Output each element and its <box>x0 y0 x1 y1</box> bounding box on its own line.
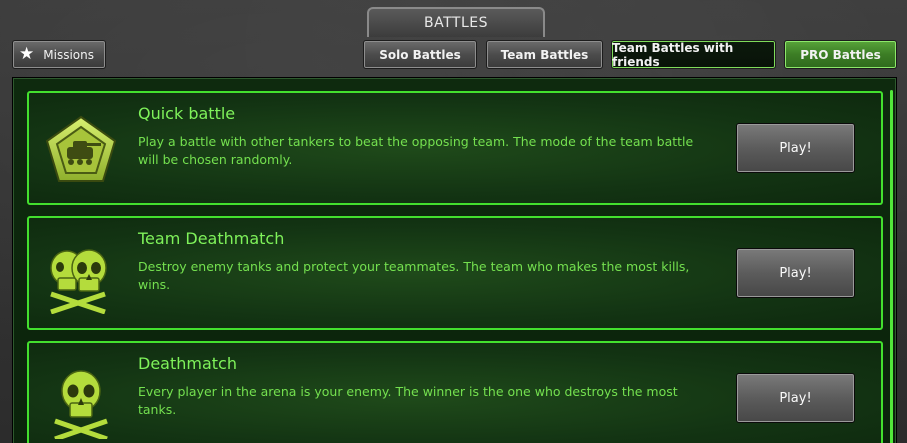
star-icon: ★ <box>19 44 35 64</box>
mode-card-deathmatch: Deathmatch Every player in the arena is … <box>27 341 883 443</box>
skull-icon <box>54 370 108 439</box>
mode-card-team-deathmatch: Team Deathmatch Destroy enemy tanks and … <box>27 216 883 330</box>
page-title: BATTLES <box>367 7 545 37</box>
mode-description: Destroy enemy tanks and protect your tea… <box>138 259 690 292</box>
mode-title: Team Deathmatch <box>138 229 285 248</box>
play-button[interactable]: Play! <box>736 248 855 298</box>
mode-title: Quick battle <box>138 104 236 123</box>
missions-button[interactable]: ★ Missions <box>12 40 106 69</box>
missions-label: Missions <box>43 47 94 62</box>
tab-solo-battles[interactable]: Solo Battles <box>363 40 477 69</box>
mode-card-quick-battle: Quick battle Play a battle with other ta… <box>27 91 883 205</box>
tab-pro-battles[interactable]: PRO Battles <box>784 40 897 69</box>
play-button[interactable]: Play! <box>736 123 855 173</box>
tank-emblem-icon <box>45 115 117 182</box>
mode-title: Deathmatch <box>138 354 237 373</box>
tab-team-battles[interactable]: Team Battles <box>486 40 603 69</box>
battle-mode-list: Quick battle Play a battle with other ta… <box>12 77 897 443</box>
mode-description: Every player in the arena is your enemy.… <box>138 384 678 417</box>
tab-team-battles-with-friends[interactable]: Team Battles with friends <box>611 40 776 69</box>
mode-description: Play a battle with other tankers to beat… <box>138 134 694 167</box>
double-skull-icon <box>50 249 107 314</box>
play-button[interactable]: Play! <box>736 373 855 423</box>
scrollbar[interactable] <box>890 90 893 443</box>
